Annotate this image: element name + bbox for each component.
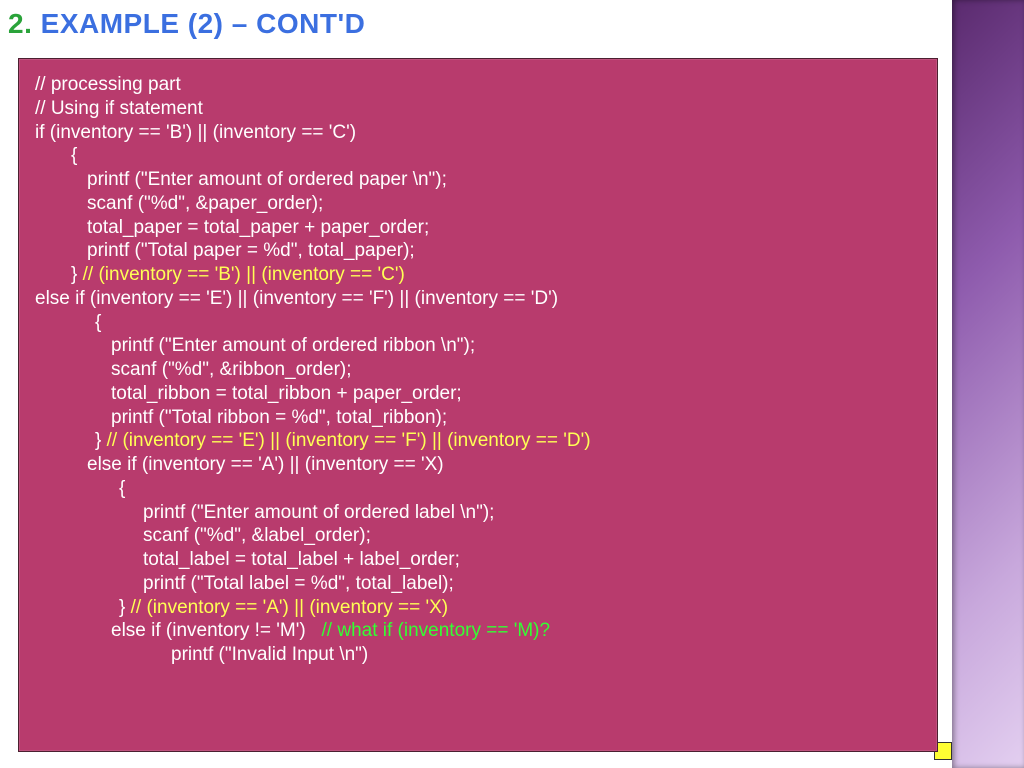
- code-line: printf ("Invalid Input \n"): [35, 643, 921, 667]
- code-line: printf ("Enter amount of ordered ribbon …: [35, 334, 921, 358]
- heading-number: 2.: [8, 8, 32, 39]
- decorative-strip: [952, 0, 1024, 768]
- heading-title: EXAMPLE (2) – CONT'D: [41, 8, 366, 39]
- code-line: {: [35, 477, 921, 501]
- code-line: {: [35, 311, 921, 335]
- code-line: total_paper = total_paper + paper_order;: [35, 216, 921, 240]
- code-line: scanf ("%d", &paper_order);: [35, 192, 921, 216]
- code-line: } // (inventory == 'B') || (inventory ==…: [35, 263, 921, 287]
- code-comment: // (inventory == 'B') || (inventory == '…: [83, 264, 405, 285]
- code-line: printf ("Enter amount of ordered label \…: [35, 501, 921, 525]
- code-line: total_label = total_label + label_order;: [35, 548, 921, 572]
- code-line: if (inventory == 'B') || (inventory == '…: [35, 121, 921, 145]
- code-line: // processing part: [35, 73, 921, 97]
- code-line: printf ("Enter amount of ordered paper \…: [35, 168, 921, 192]
- code-line: {: [35, 144, 921, 168]
- slide: 2. EXAMPLE (2) – CONT'D // processing pa…: [0, 0, 1024, 768]
- slide-heading: 2. EXAMPLE (2) – CONT'D: [8, 8, 365, 40]
- code-line: else if (inventory == 'E') || (inventory…: [35, 287, 921, 311]
- code-line: scanf ("%d", &ribbon_order);: [35, 358, 921, 382]
- code-listing: // processing part// Using if statementi…: [35, 73, 921, 667]
- code-line: else if (inventory != 'M') // what if (i…: [35, 619, 921, 643]
- code-line: scanf ("%d", &label_order);: [35, 524, 921, 548]
- code-comment: // (inventory == 'A') || (inventory == '…: [131, 597, 449, 618]
- code-line: printf ("Total paper = %d", total_paper)…: [35, 239, 921, 263]
- code-line: printf ("Total ribbon = %d", total_ribbo…: [35, 406, 921, 430]
- code-area: // processing part// Using if statementi…: [18, 58, 938, 752]
- code-line: total_ribbon = total_ribbon + paper_orde…: [35, 382, 921, 406]
- code-line: else if (inventory == 'A') || (inventory…: [35, 453, 921, 477]
- code-line: printf ("Total label = %d", total_label)…: [35, 572, 921, 596]
- code-comment: // what if (inventory == 'M)?: [322, 620, 551, 641]
- code-line: // Using if statement: [35, 97, 921, 121]
- code-line: } // (inventory == 'A') || (inventory ==…: [35, 596, 921, 620]
- code-comment: // (inventory == 'E') || (inventory == '…: [107, 430, 591, 451]
- code-line: } // (inventory == 'E') || (inventory ==…: [35, 429, 921, 453]
